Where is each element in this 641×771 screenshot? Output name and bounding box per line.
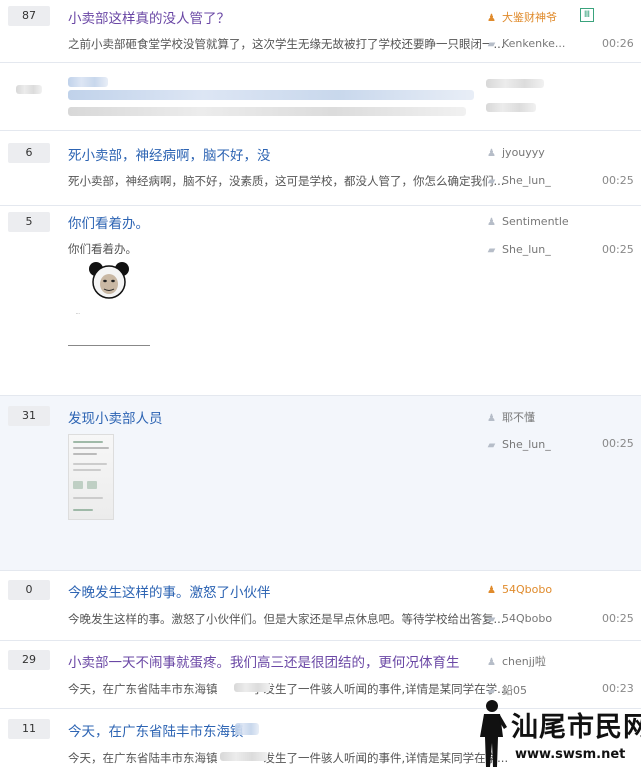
thumb-block — [73, 481, 83, 489]
thread-abstract: 今晚发生这样的事。激怒了小伙伴们。但是大家还是早点休息吧。等待学校给出答复... — [68, 612, 505, 626]
reply-icon: ▰ — [487, 176, 496, 187]
thread-title[interactable]: 今天，在广东省陆丰市东海镇 — [68, 720, 244, 740]
thread-title[interactable]: 发现小卖部人员 — [68, 407, 163, 427]
level-badge-icon: Ⅲ — [580, 8, 594, 22]
watermark-title: 汕尾市民网 — [511, 712, 641, 743]
blurred-author — [486, 79, 544, 88]
thread-row[interactable]: 0 今晚发生这样的事。激怒了小伙伴 今晚发生这样的事。激怒了小伙伴们。但是大家还… — [0, 571, 641, 641]
thread-abstract: 今天，在广东省陆丰市东海镇 学发生了一件骇人听闻的事件,详情是某同学在学... — [68, 682, 509, 696]
blurred-title — [68, 77, 108, 87]
thread-author[interactable]: ♟ 54Qbobo — [486, 583, 552, 596]
thread-title[interactable]: 今晚发生这样的事。激怒了小伙伴 — [68, 581, 271, 601]
thread-abstract: 今天，在广东省陆丰市东海镇 发生了一件骇人听闻的事件,详情是某同学在学... — [68, 751, 509, 765]
thread-title[interactable]: 你们看着办。 — [68, 212, 149, 232]
reply-icon: ▰ — [487, 614, 496, 625]
thread-row[interactable]: 87 小卖部这样真的没人管了？ 之前小卖部砸食堂学校没管就算了，这次学生无缘无故… — [0, 0, 641, 63]
user-icon: ♟ — [487, 585, 496, 596]
thumb-line — [73, 463, 107, 465]
thread-row[interactable]: 31 发现小卖部人员 ♟ 耶不懂 ▰ She_lun_ 00:25 — [0, 396, 641, 571]
user-icon: ♟ — [487, 217, 496, 228]
watermark-url: www.swsm.net — [515, 747, 626, 762]
reply-count: 6 — [8, 143, 50, 163]
reply-count: 87 — [8, 6, 50, 26]
replier-name[interactable]: She_lun_ — [502, 174, 551, 187]
last-replier[interactable]: ▰ She_lun_ — [486, 174, 551, 187]
meme-caption: ... — [76, 310, 80, 315]
reply-count: 5 — [8, 212, 50, 232]
blurred-text — [234, 683, 270, 692]
thumb-line — [73, 453, 97, 455]
screenshot-thumbnail[interactable] — [68, 434, 114, 520]
thumb-line — [73, 509, 93, 511]
author-name[interactable]: Sentimentle — [502, 215, 569, 228]
author-name[interactable]: 54Qbobo — [502, 583, 552, 596]
reply-count: 31 — [8, 406, 50, 426]
statue-silhouette-icon — [480, 700, 507, 767]
site-watermark: 汕尾市民网 www.swsm.net — [471, 697, 641, 771]
replier-name[interactable]: 鉛05 — [502, 684, 527, 697]
thumb-line — [73, 441, 103, 443]
thread-row[interactable]: 6 死小卖部，神经病啊，脑不好，没 死小卖部，神经病啊，脑不好，没素质，这可是学… — [0, 131, 641, 206]
thread-abstract: 死小卖部，神经病啊，脑不好，没素质，这可是学校，都没人管了，你怎么确定我们... — [68, 174, 505, 188]
reply-time: 00:25 — [602, 437, 634, 450]
reply-time: 00:23 — [602, 682, 634, 695]
panda-meme-image[interactable]: ... — [68, 254, 150, 346]
reply-icon: ▰ — [487, 686, 496, 697]
thread-title[interactable]: 小卖部一天不闹事就蛋疼。我们高三还是很团结的，更何况体育生 — [68, 651, 460, 671]
thread-row-blurred[interactable] — [0, 63, 641, 131]
user-icon: ♟ — [487, 148, 496, 159]
user-icon: ♟ — [487, 13, 496, 24]
last-replier[interactable]: ▰ Kenkenke... — [486, 37, 566, 50]
reply-icon: ▰ — [487, 39, 496, 50]
reply-icon: ▰ — [487, 440, 496, 451]
reply-count: 11 — [8, 719, 50, 739]
reply-icon: ▰ — [487, 245, 496, 256]
thumb-line — [73, 497, 103, 499]
user-icon: ♟ — [487, 657, 496, 668]
reply-time: 00:25 — [602, 174, 634, 187]
thread-row[interactable]: 5 你们看着办。 你们看着办。 ♟ Sentimentle ▰ She_lun_ 0… — [0, 206, 641, 396]
blurred-abstract — [68, 107, 466, 116]
replier-name[interactable]: She_lun_ — [502, 438, 551, 451]
thread-author[interactable]: ♟ chenjj啦 — [486, 653, 546, 669]
author-name[interactable]: 大鉴财神爷 — [502, 11, 557, 24]
user-icon: ♟ — [487, 413, 496, 424]
thread-abstract: 之前小卖部砸食堂学校没管就算了，这次学生无缘无故被打了学校还要睁一只眼闭一... — [68, 37, 505, 51]
author-name[interactable]: 耶不懂 — [502, 411, 535, 424]
reply-count: 29 — [8, 650, 50, 670]
last-replier[interactable]: ▰ She_lun_ — [486, 438, 551, 451]
blurred-title-line — [68, 90, 474, 100]
last-replier[interactable]: ▰ She_lun_ — [486, 243, 551, 256]
replier-name[interactable]: 54Qbobo — [502, 612, 552, 625]
last-replier[interactable]: ▰ 鉛05 — [486, 682, 527, 698]
blurred-replier — [486, 103, 536, 112]
reply-time: 00:25 — [602, 612, 634, 625]
reply-time: 00:25 — [602, 243, 634, 256]
thread-title[interactable]: 小卖部这样真的没人管了？ — [68, 7, 230, 27]
panda-face-icon — [89, 262, 129, 299]
thumb-line — [73, 469, 101, 471]
thread-author[interactable]: ♟ Sentimentle — [486, 215, 569, 228]
thread-author[interactable]: ♟ 耶不懂 — [486, 409, 535, 425]
thumb-line — [73, 447, 109, 449]
reply-count: 0 — [8, 580, 50, 600]
author-name[interactable]: jyouyyy — [502, 146, 545, 159]
author-name[interactable]: chenjj啦 — [502, 655, 546, 668]
blurred-text — [220, 752, 268, 761]
thread-author[interactable]: ♟ 大鉴财神爷 — [486, 9, 557, 25]
thread-author[interactable]: ♟ jyouyyy — [486, 146, 545, 159]
replier-name[interactable]: Kenkenke... — [502, 37, 565, 50]
blurred-title-tail — [235, 723, 259, 735]
blurred-count — [16, 85, 42, 94]
reply-time: 00:26 — [602, 37, 634, 50]
thumb-block — [87, 481, 97, 489]
last-replier[interactable]: ▰ 54Qbobo — [486, 612, 552, 625]
thread-title[interactable]: 死小卖部，神经病啊，脑不好，没 — [68, 144, 271, 164]
replier-name[interactable]: She_lun_ — [502, 243, 551, 256]
